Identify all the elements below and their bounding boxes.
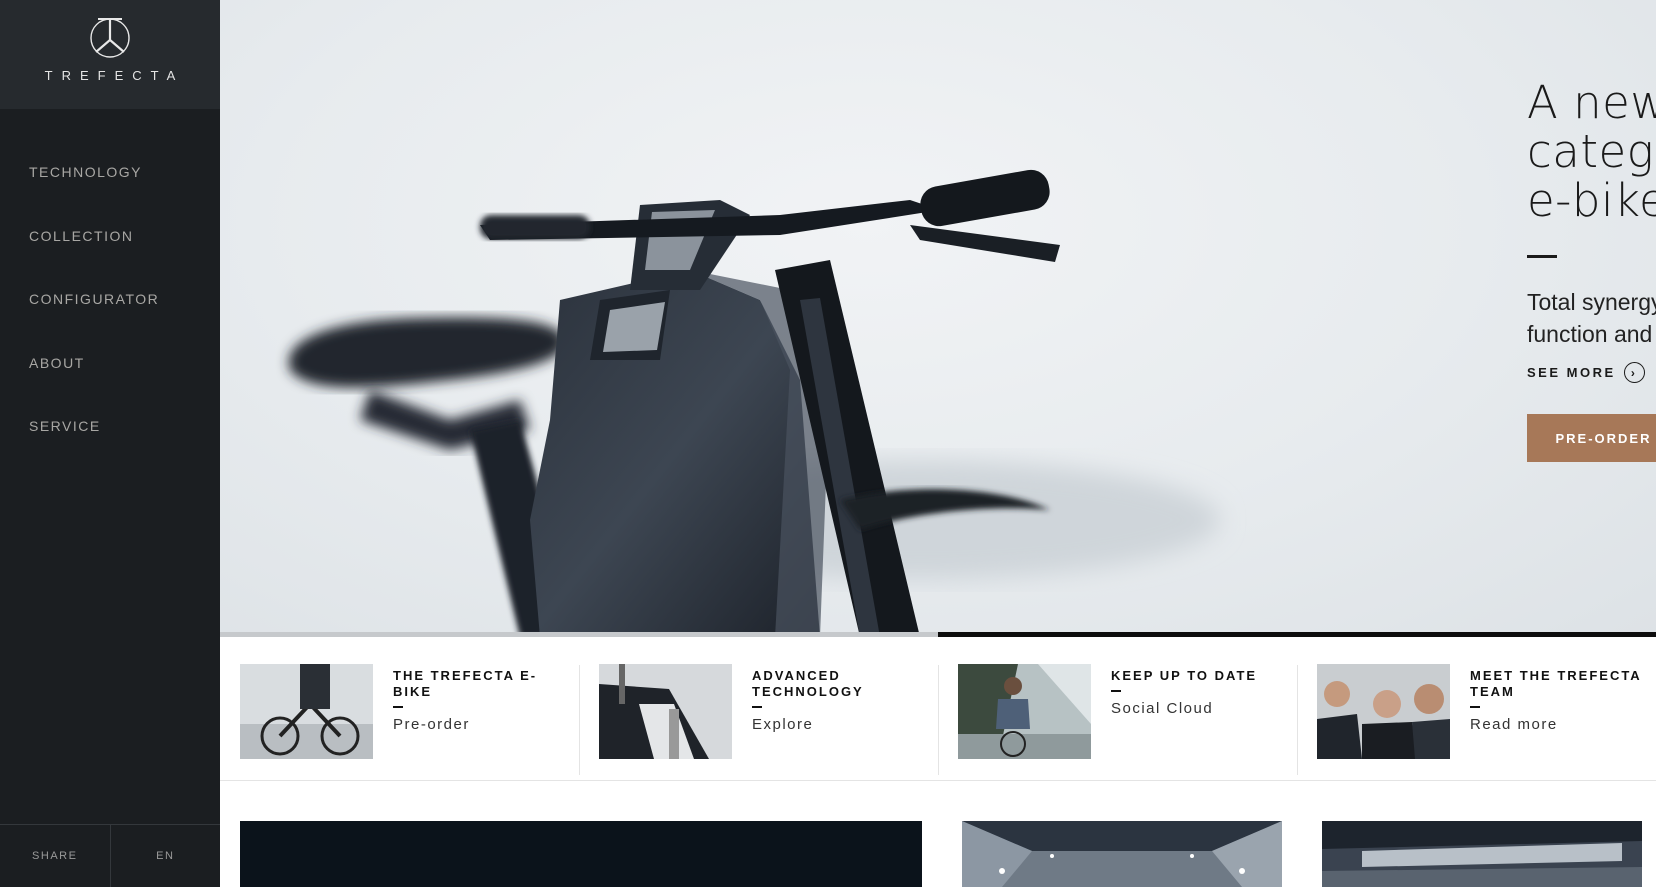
hero-copy: A new category e-bike Total synergy betw… — [1527, 78, 1656, 462]
card-technology-title: ADVANCED TECHNOLOGY — [752, 668, 864, 699]
sidebar: TREFECTA TECHNOLOGY COLLECTION CONFIGURA… — [0, 0, 220, 887]
hero-title-line1: A new — [1527, 76, 1656, 129]
card-team-title: MEET THE TREFECTA TEAM — [1470, 668, 1642, 699]
main-nav: TECHNOLOGY COLLECTION CONFIGURATOR ABOUT… — [29, 164, 159, 482]
nav-item-technology[interactable]: TECHNOLOGY — [29, 164, 159, 228]
logo[interactable]: TREFECTA — [0, 0, 220, 109]
brand-name: TREFECTA — [44, 68, 185, 83]
see-more-label: SEE MORE — [1527, 365, 1616, 380]
nav-item-about[interactable]: ABOUT — [29, 355, 159, 419]
card-ebike-link[interactable]: Pre-order — [393, 716, 569, 733]
preorder-button[interactable]: PRE-ORDER — [1527, 414, 1656, 462]
nav-item-collection[interactable]: COLLECTION — [29, 228, 159, 292]
card-social-title: KEEP UP TO DATE — [1111, 668, 1258, 683]
hero-divider — [1527, 255, 1557, 258]
card-team-thumbnail — [1317, 664, 1450, 759]
feature-cards: THE TREFECTA E-BIKE Pre-order ADVANCED T… — [220, 637, 1656, 781]
hero-subtitle: Total synergy between power, function an… — [1527, 289, 1656, 347]
card-ebike-title: THE TREFECTA E-BIKE — [393, 668, 538, 699]
hero-bike-image — [288, 169, 1220, 637]
card-team-link[interactable]: Read more — [1470, 716, 1646, 733]
tile-tunnel-1[interactable] — [962, 821, 1282, 887]
tile-tunnel-2[interactable] — [1322, 821, 1642, 887]
card-social-thumbnail — [958, 664, 1091, 759]
chevron-right-circle-icon: › — [1623, 362, 1645, 383]
hero-title: A new category e-bike — [1527, 78, 1656, 225]
card-technology[interactable]: ADVANCED TECHNOLOGY Explore — [579, 637, 938, 781]
nav-item-service[interactable]: SERVICE — [29, 418, 159, 482]
content-tiles — [0, 821, 1656, 887]
hero-title-line3: e-bike — [1527, 174, 1656, 227]
card-ebike-thumbnail — [240, 664, 373, 759]
card-social[interactable]: KEEP UP TO DATE Social Cloud — [938, 637, 1297, 781]
card-team[interactable]: MEET THE TREFECTA TEAM Read more — [1297, 637, 1656, 781]
nav-item-configurator[interactable]: CONFIGURATOR — [29, 291, 159, 355]
hero-title-line2: category — [1527, 125, 1656, 178]
card-social-link[interactable]: Social Cloud — [1111, 700, 1287, 717]
tile-dark[interactable] — [240, 821, 922, 887]
card-ebike[interactable]: THE TREFECTA E-BIKE Pre-order — [220, 637, 579, 781]
trefecta-logo-icon — [90, 18, 130, 58]
hero-slider: A new category e-bike Total synergy betw… — [220, 0, 1656, 637]
see-more-link[interactable]: SEE MORE › — [1527, 362, 1656, 383]
card-technology-thumbnail — [599, 664, 732, 759]
card-technology-link[interactable]: Explore — [752, 716, 928, 733]
